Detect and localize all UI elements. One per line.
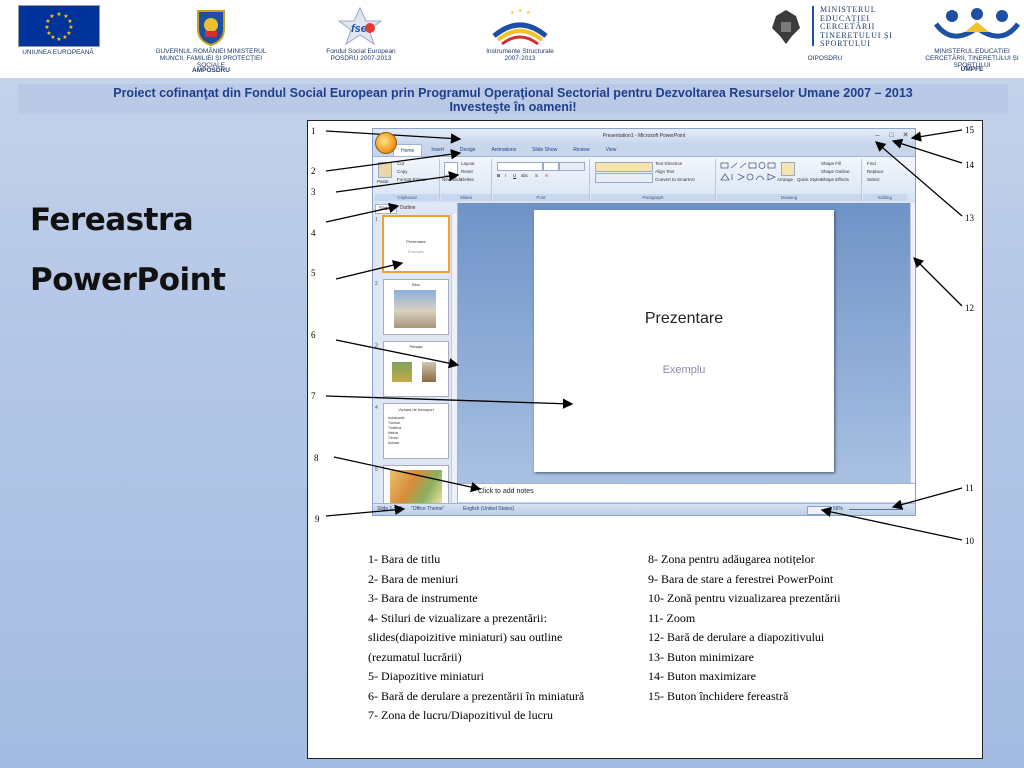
legend-item: 2- Bara de meniuri <box>368 571 459 586</box>
arrow-2 <box>325 149 462 172</box>
arrow-6 <box>335 339 460 369</box>
arrow-9 <box>325 504 406 517</box>
legend-item: 13- Buton minimizare <box>648 649 754 664</box>
arrow-8 <box>333 456 482 493</box>
legend-item: 6- Bară de derulare a prezentării în min… <box>368 688 585 703</box>
legend-item: 15- Buton închidere fereastră <box>648 688 789 703</box>
legend-item: 1- Bara de titlu <box>368 552 441 566</box>
arrow-12 <box>913 257 963 307</box>
legend-item: 14- Buton maximizare <box>648 669 756 683</box>
arrow-7 <box>325 395 574 409</box>
arrow-10 <box>820 506 963 541</box>
legend-item: slides(diapoizitive miniaturi) sau outli… <box>368 630 563 644</box>
arrow-15 <box>910 129 963 142</box>
legend-item: 10- Zonă pentru vizualizarea prezentării <box>648 591 841 605</box>
legend-item: 8- Zona pentru adăugarea notițelor <box>648 552 815 566</box>
arrow-3 <box>335 171 460 193</box>
legend-item: 4- Stiluri de vizualizare a prezentării: <box>368 610 547 625</box>
legend-item: 11- Zoom <box>648 610 696 625</box>
legend-right: 8- Zona pentru adăugarea notițelor 9- Ba… <box>648 550 841 706</box>
arrow-4 <box>325 202 400 223</box>
legend-item: 5- Diapozitive miniaturi <box>368 669 484 683</box>
legend-item: 12- Bară de derulare a diapozitivului <box>648 630 825 644</box>
legend-item: 7- Zona de lucru/Diapozitivul de lucru <box>368 708 553 722</box>
arrow-5 <box>335 260 404 280</box>
arrow-14 <box>891 138 963 164</box>
arrow-13 <box>875 141 963 217</box>
legend-left: 1- Bara de titlu 2- Bara de meniuri 3- B… <box>368 550 584 726</box>
legend-item: 9- Bara de stare a ferestrei PowerPoint <box>648 571 834 586</box>
legend-item: 3- Bara de instrumente <box>368 591 478 605</box>
office-button-icon[interactable] <box>375 132 397 154</box>
arrow-11 <box>891 487 963 510</box>
legend-item: (rezumatul lucrării) <box>368 649 462 664</box>
